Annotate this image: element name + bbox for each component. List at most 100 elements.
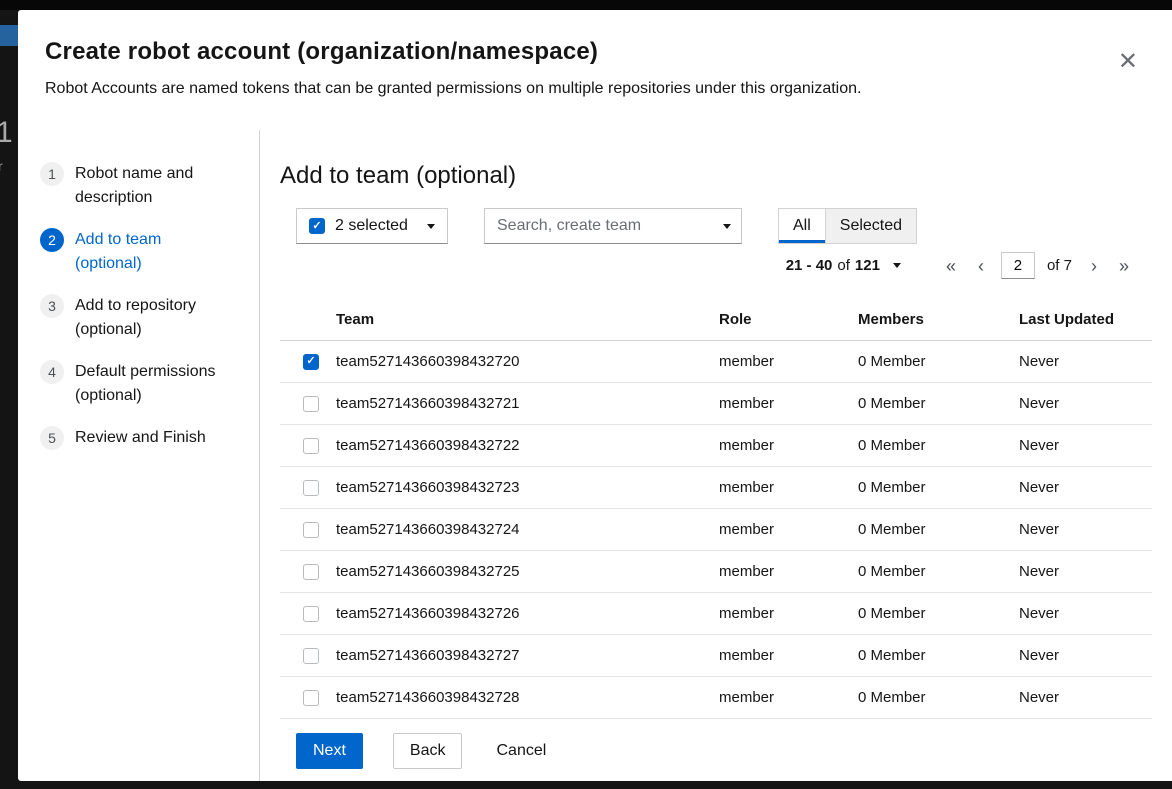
header-checkbox-column [280, 299, 336, 341]
close-icon[interactable]: ✕ [1118, 50, 1138, 74]
last-updated-cell: Never [1019, 677, 1152, 719]
team-name: team527143660398432725 [336, 551, 719, 593]
background-page-fragment: 1 [0, 116, 13, 150]
last-updated-cell: Never [1019, 341, 1152, 383]
search-input[interactable] [485, 209, 723, 243]
step-number: 5 [40, 426, 64, 450]
previous-page-button[interactable]: ‹ [969, 255, 993, 277]
members-cell: 0 Member [858, 383, 1019, 425]
last-updated-cell: Never [1019, 425, 1152, 467]
bulk-select-label: 2 selected [335, 217, 408, 235]
role-cell: member [719, 383, 858, 425]
next-button[interactable]: Next [296, 733, 363, 769]
column-header-last-updated: Last Updated [1019, 299, 1152, 341]
table-row: ✓ team527143660398432724 member 0 Member… [280, 509, 1152, 551]
step-number: 2 [40, 228, 64, 252]
check-icon: ✓ [306, 356, 315, 367]
row-checkbox[interactable]: ✓ [303, 564, 319, 580]
table-row: ✓ team527143660398432725 member 0 Member… [280, 551, 1152, 593]
column-header-team: Team [336, 299, 719, 341]
modal-title: Create robot account (organization/names… [45, 38, 1112, 66]
chevron-down-icon [893, 263, 901, 268]
role-cell: member [719, 509, 858, 551]
bulk-select-checkbox[interactable]: ✓ [309, 218, 325, 234]
team-search-select[interactable] [484, 208, 742, 244]
pagination-nav: « ‹ of 7 › » [937, 252, 1138, 279]
team-name: team527143660398432724 [336, 509, 719, 551]
members-cell: 0 Member [858, 593, 1019, 635]
column-header-members: Members [858, 299, 1019, 341]
toolbar: ✓ 2 selected All Selected [296, 208, 1152, 244]
team-name: team527143660398432726 [336, 593, 719, 635]
row-checkbox[interactable]: ✓ [303, 354, 319, 370]
last-updated-cell: Never [1019, 509, 1152, 551]
team-name: team527143660398432720 [336, 341, 719, 383]
role-cell: member [719, 593, 858, 635]
toggle-all[interactable]: All [779, 209, 825, 243]
check-icon: ✓ [312, 221, 321, 232]
total-pages-label: of 7 [1047, 257, 1072, 274]
first-page-button[interactable]: « [937, 255, 965, 277]
modal-header: Create robot account (organization/names… [18, 10, 1172, 98]
table-row: ✓ team527143660398432721 member 0 Member… [280, 383, 1152, 425]
row-checkbox[interactable]: ✓ [303, 396, 319, 412]
last-updated-cell: Never [1019, 635, 1152, 677]
wizard-step-add-to-team[interactable]: 2 Add to team (optional) [40, 228, 249, 276]
step-label: Add to team (optional) [75, 228, 230, 276]
step-label: Add to repository (optional) [75, 294, 230, 342]
team-name: team527143660398432722 [336, 425, 719, 467]
wizard-step-robot-name[interactable]: 1 Robot name and description [40, 162, 249, 210]
pagination-menu-toggle[interactable]: 21 - 40 of 121 [786, 257, 901, 274]
modal-description: Robot Accounts are named tokens that can… [45, 80, 1112, 98]
role-cell: member [719, 341, 858, 383]
last-updated-cell: Never [1019, 593, 1152, 635]
last-updated-cell: Never [1019, 383, 1152, 425]
wizard-step-default-permissions[interactable]: 4 Default permissions (optional) [40, 360, 249, 408]
column-header-role: Role [719, 299, 858, 341]
last-page-button[interactable]: » [1110, 255, 1138, 277]
pagination-range: 21 - 40 [786, 257, 833, 274]
section-heading: Add to team (optional) [280, 162, 1152, 190]
step-label: Default permissions (optional) [75, 360, 230, 408]
bulk-select-dropdown[interactable]: ✓ 2 selected [296, 208, 448, 244]
step-content: Add to team (optional) ✓ 2 selected All … [260, 130, 1172, 781]
filter-toggle-group: All Selected [778, 208, 917, 244]
last-updated-cell: Never [1019, 551, 1152, 593]
next-page-button[interactable]: › [1082, 255, 1106, 277]
row-checkbox[interactable]: ✓ [303, 648, 319, 664]
pagination-total: 121 [855, 257, 880, 274]
toggle-selected[interactable]: Selected [825, 209, 916, 243]
step-label: Robot name and description [75, 162, 230, 210]
current-page-input[interactable] [1001, 252, 1035, 279]
members-cell: 0 Member [858, 635, 1019, 677]
row-checkbox[interactable]: ✓ [303, 438, 319, 454]
pagination-of-word: of [837, 257, 850, 274]
cancel-button[interactable]: Cancel [492, 734, 550, 768]
row-checkbox[interactable]: ✓ [303, 522, 319, 538]
back-button[interactable]: Back [393, 733, 463, 769]
step-number: 4 [40, 360, 64, 384]
table-row: ✓ team527143660398432722 member 0 Member… [280, 425, 1152, 467]
role-cell: member [719, 551, 858, 593]
team-name: team527143660398432728 [336, 677, 719, 719]
role-cell: member [719, 635, 858, 677]
step-label: Review and Finish [75, 426, 206, 450]
row-checkbox[interactable]: ✓ [303, 690, 319, 706]
last-updated-cell: Never [1019, 467, 1152, 509]
team-name: team527143660398432721 [336, 383, 719, 425]
step-number: 3 [40, 294, 64, 318]
members-cell: 0 Member [858, 551, 1019, 593]
members-cell: 0 Member [858, 677, 1019, 719]
wizard-step-add-to-repository[interactable]: 3 Add to repository (optional) [40, 294, 249, 342]
wizard-step-review-finish[interactable]: 5 Review and Finish [40, 426, 249, 450]
table-row: ✓ team527143660398432727 member 0 Member… [280, 635, 1152, 677]
row-checkbox[interactable]: ✓ [303, 606, 319, 622]
row-checkbox[interactable]: ✓ [303, 480, 319, 496]
role-cell: member [719, 677, 858, 719]
create-robot-account-modal: Create robot account (organization/names… [18, 10, 1172, 781]
role-cell: member [719, 425, 858, 467]
chevron-down-icon [427, 224, 435, 229]
chevron-down-icon [723, 224, 731, 229]
members-cell: 0 Member [858, 509, 1019, 551]
wizard-footer: Next Back Cancel [280, 719, 1152, 769]
